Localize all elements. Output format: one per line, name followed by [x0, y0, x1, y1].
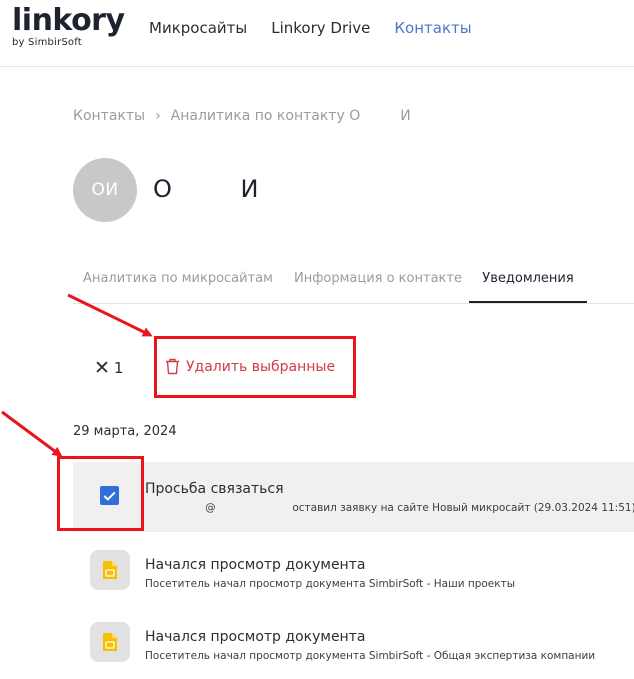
- notification-description: Посетитель начал просмотр документа Simb…: [145, 650, 596, 662]
- logo-wordmark: linkory: [12, 3, 125, 38]
- contact-name: О И: [153, 175, 259, 203]
- breadcrumb: Контакты › Аналитика по контакту О И: [73, 108, 411, 124]
- notification-item[interactable]: Начался просмотр документа Посетитель на…: [73, 538, 634, 608]
- notification-description: Посетитель начал просмотр документа Simb…: [145, 578, 516, 590]
- breadcrumb-chevron-icon: ›: [155, 108, 161, 124]
- top-header: linkory by SimbirSoft Микросайты Linkory…: [0, 0, 634, 67]
- notification-checkbox[interactable]: [100, 486, 119, 505]
- main-nav: Микросайты Linkory Drive Контакты: [149, 18, 472, 38]
- logo-byline: by SimbirSoft: [12, 37, 82, 48]
- document-icon: [90, 622, 130, 662]
- notification-title: Просьба связаться: [145, 481, 284, 497]
- breadcrumb-current: Аналитика по контакту О И: [170, 108, 411, 124]
- notification-title: Начался просмотр документа: [145, 557, 366, 573]
- notification-item[interactable]: Просьба связаться @ оставил заявку на са…: [73, 462, 634, 532]
- annotation-arrow-checkbox: [1, 410, 63, 457]
- tab-microsite-analytics[interactable]: Аналитика по микросайтам: [73, 258, 283, 303]
- notification-item[interactable]: Начался просмотр документа Посетитель на…: [73, 610, 634, 679]
- selected-count: 1: [113, 359, 124, 377]
- breadcrumb-contacts-link[interactable]: Контакты: [73, 108, 145, 124]
- delete-selected-button[interactable]: Удалить выбранные: [165, 358, 335, 375]
- linkory-logo[interactable]: linkory by SimbirSoft: [12, 3, 125, 49]
- tab-notifications[interactable]: Уведомления: [469, 258, 587, 303]
- page: linkory by SimbirSoft Микросайты Linkory…: [0, 0, 634, 679]
- notification-title: Начался просмотр документа: [145, 629, 366, 645]
- contact-tabs: Аналитика по микросайтам Информация о ко…: [73, 258, 634, 304]
- document-icon: [90, 550, 130, 590]
- date-group-header: 29 марта, 2024: [73, 424, 177, 439]
- nav-link-contacts[interactable]: Контакты: [394, 18, 471, 38]
- notification-description: @ оставил заявку на сайте Новый микросай…: [145, 502, 634, 514]
- trash-icon: [166, 358, 179, 375]
- nav-link-microsites[interactable]: Микросайты: [149, 18, 247, 38]
- delete-selected-label: Удалить выбранные: [186, 358, 336, 375]
- clear-selection-button[interactable]: ✕ 1: [94, 358, 123, 378]
- tab-contact-info[interactable]: Информация о контакте: [283, 258, 473, 303]
- nav-link-linkory-drive[interactable]: Linkory Drive: [271, 18, 370, 38]
- checkmark-icon: [103, 491, 116, 501]
- contact-avatar: ОИ: [73, 158, 137, 222]
- close-icon: ✕: [94, 357, 110, 379]
